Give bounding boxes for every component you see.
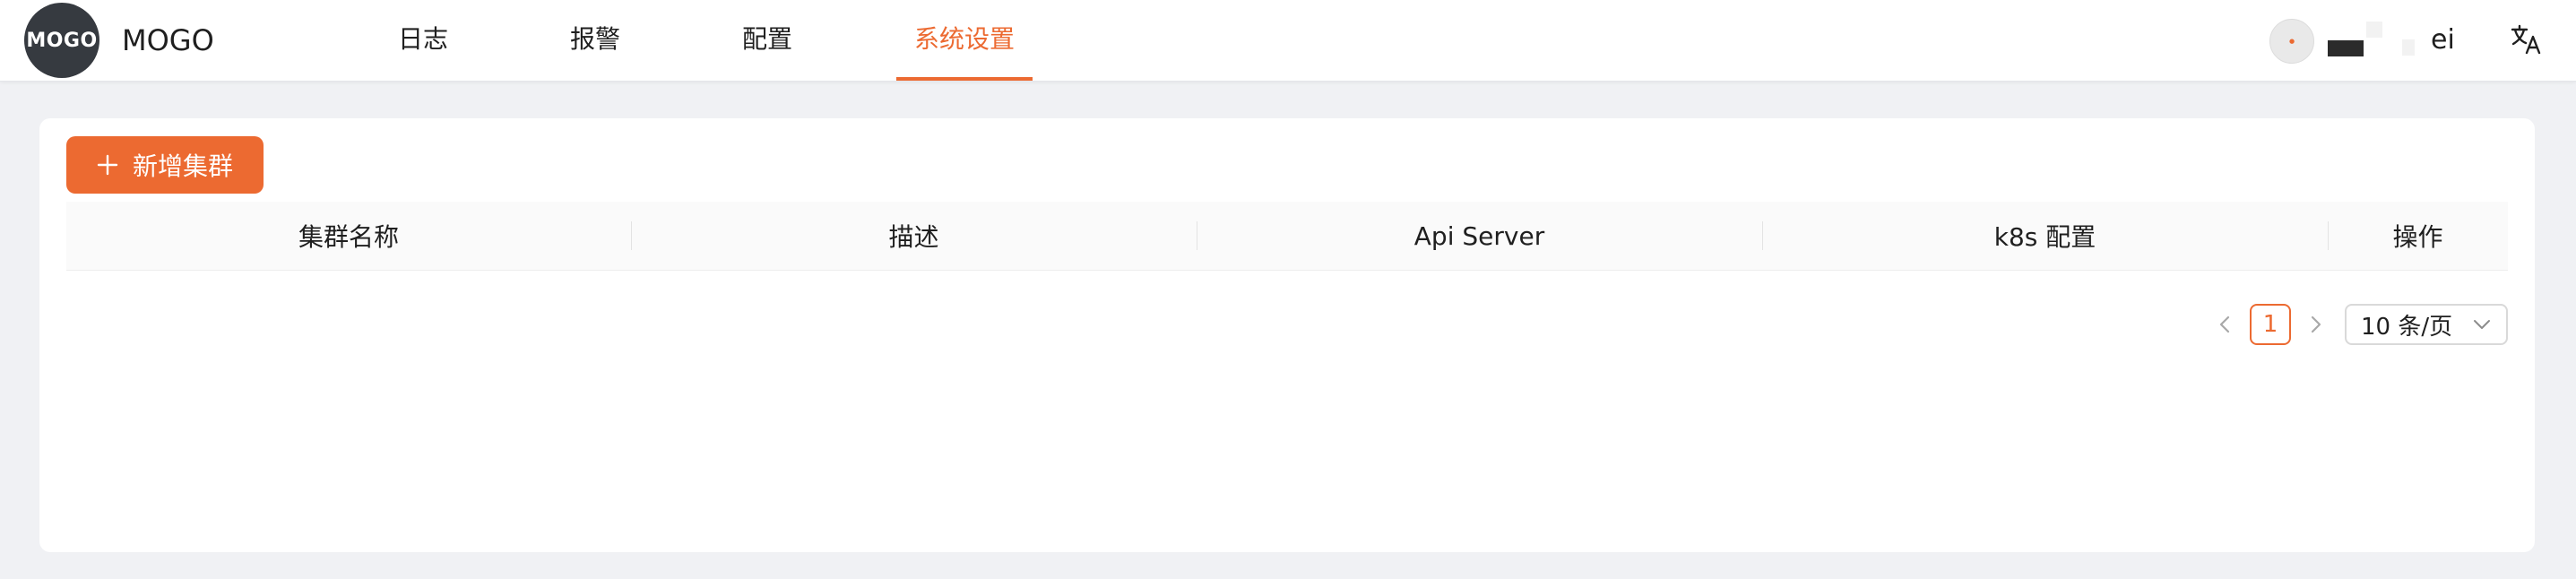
avatar-icon: ● [2288, 38, 2295, 45]
column-header-description: 描述 [631, 202, 1197, 270]
pagination: 1 10 条/页 [2207, 302, 2508, 347]
chevron-left-icon [2219, 315, 2230, 333]
page-size-select[interactable]: 10 条/页 [2345, 304, 2508, 345]
redacted-username-block [2402, 39, 2415, 56]
chevron-right-icon [2311, 315, 2321, 333]
nav-item-logs[interactable]: 日志 [380, 0, 466, 81]
brand-name: MOGO [122, 23, 214, 57]
nav-item-alerts[interactable]: 报警 [552, 0, 638, 81]
logo[interactable]: MOGO [24, 3, 99, 78]
next-page-button[interactable] [2298, 304, 2334, 345]
column-header-k8s-config: k8s 配置 [1762, 202, 2328, 270]
plus-icon [97, 154, 118, 176]
nav-item-system-settings[interactable]: 系统设置 [896, 0, 1033, 81]
page-number-current[interactable]: 1 [2250, 304, 2291, 345]
add-cluster-button[interactable]: 新增集群 [66, 136, 264, 194]
column-header-api-server: Api Server [1197, 202, 1762, 270]
translate-icon[interactable] [2508, 22, 2544, 57]
nav-item-config[interactable]: 配置 [724, 0, 810, 81]
cluster-card: 新增集群 集群名称 描述 Api Server k8s 配置 操作 1 10 条… [39, 118, 2535, 552]
column-header-cluster-name: 集群名称 [298, 222, 399, 252]
user-name[interactable]: ei [2431, 21, 2455, 60]
add-cluster-label: 新增集群 [132, 151, 233, 181]
avatar[interactable]: ● [2269, 19, 2314, 64]
prev-page-button[interactable] [2207, 304, 2243, 345]
main-nav: 日志 报警 配置 系统设置 [380, 0, 1119, 81]
chevron-down-icon [2474, 320, 2490, 329]
redacted-username-block [2366, 22, 2382, 38]
column-header-actions: 操作 [2328, 202, 2508, 270]
top-header: MOGO MOGO 日志 报警 配置 系统设置 ● ei [0, 0, 2576, 82]
page-size-value: 10 条/页 [2361, 313, 2453, 341]
table-header: 集群名称 描述 Api Server k8s 配置 操作 [66, 202, 2508, 271]
redacted-username-block [2328, 40, 2364, 56]
